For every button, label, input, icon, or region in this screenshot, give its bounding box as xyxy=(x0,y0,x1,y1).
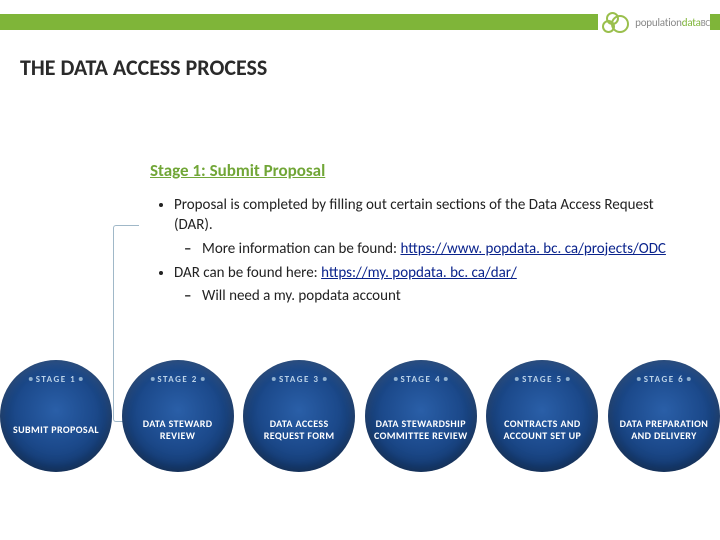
stage-tag: STAGE 4 xyxy=(391,374,451,385)
stage-tag: STAGE 2 xyxy=(147,374,207,385)
stage-circle-1: STAGE 1 SUBMIT PROPOSAL xyxy=(0,360,112,472)
brand-logo: populationdataBC xyxy=(598,8,710,36)
stage-circle-4: STAGE 4 DATA STEWARDSHIP COMMITTEE REVIE… xyxy=(365,360,477,472)
stage-label: DATA STEWARDSHIP COMMITTEE REVIEW xyxy=(373,400,469,460)
info-link[interactable]: https://www. popdata. bc. ca/projects/OD… xyxy=(400,240,665,258)
stages-row: STAGE 1 SUBMIT PROPOSAL STAGE 2 DATA STE… xyxy=(8,360,712,472)
bullet-2-prefix: DAR can be found here: xyxy=(174,264,321,282)
stage-heading: Stage 1: Submit Proposal xyxy=(150,160,325,181)
body-content: Proposal is completed by filling out cer… xyxy=(150,195,680,310)
bullet-1-text: Proposal is completed by filling out cer… xyxy=(174,196,654,234)
bullet-1-sub-prefix: More information can be found: xyxy=(202,240,400,258)
page-title: THE DATA ACCESS PROCESS xyxy=(20,54,267,81)
bullet-1: Proposal is completed by filling out cer… xyxy=(174,195,680,259)
stage-tag: STAGE 5 xyxy=(512,374,572,385)
stage-circle-6: STAGE 6 DATA PREPARATION AND DELIVERY xyxy=(608,360,720,472)
stage-tag: STAGE 3 xyxy=(269,374,329,385)
bullet-2-sub: Will need a my. popdata account xyxy=(202,286,680,306)
stage-label: DATA ACCESS REQUEST FORM xyxy=(251,400,347,460)
stage-circle-3: STAGE 3 DATA ACCESS REQUEST FORM xyxy=(243,360,355,472)
logo-text-grey: population xyxy=(635,16,682,29)
logo-rings-icon xyxy=(602,10,632,34)
bullet-1-sub: More information can be found: https://w… xyxy=(202,239,680,259)
stage-label: CONTRACTS AND ACCOUNT SET UP xyxy=(494,400,590,460)
stage-label: DATA PREPARATION AND DELIVERY xyxy=(616,400,712,460)
logo-text-green: data xyxy=(682,16,701,29)
stage-label: SUBMIT PROPOSAL xyxy=(8,400,104,460)
stage-tag: STAGE 1 xyxy=(26,374,86,385)
stage-circle-5: STAGE 5 CONTRACTS AND ACCOUNT SET UP xyxy=(486,360,598,472)
logo-text: populationdataBC xyxy=(635,16,710,29)
bullet-2: DAR can be found here: https://my. popda… xyxy=(174,263,680,307)
stage-circle-2: STAGE 2 DATA STEWARD REVIEW xyxy=(122,360,234,472)
dar-link[interactable]: https://my. popdata. bc. ca/dar/ xyxy=(321,264,517,282)
stage-label: DATA STEWARD REVIEW xyxy=(130,400,226,460)
stage-tag: STAGE 6 xyxy=(634,374,694,385)
logo-text-suffix: BC xyxy=(701,18,710,29)
